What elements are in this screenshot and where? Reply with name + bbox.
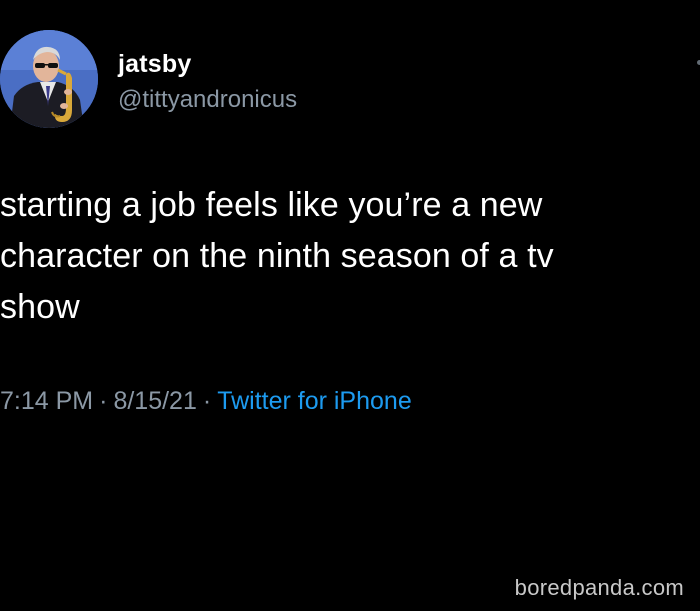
tweet-time[interactable]: 7:14 PM — [0, 387, 93, 415]
tweet-meta: 7:14 PM · 8/15/21 · Twitter for iPhone — [0, 387, 412, 416]
tweet-header: jatsby @tittyandronicus — [0, 0, 700, 150]
avatar-image — [0, 30, 98, 128]
tweet-screenshot: jatsby @tittyandronicus starting a job f… — [0, 0, 700, 611]
user-handle[interactable]: @tittyandronicus — [118, 86, 297, 114]
watermark: boredpanda.com — [514, 575, 684, 600]
tweet-text-line: character on the ninth season of a tv — [0, 237, 554, 275]
meta-separator: · — [99, 387, 108, 415]
avatar[interactable] — [0, 30, 98, 128]
tweet-date[interactable]: 8/15/21 — [113, 387, 196, 415]
display-name[interactable]: jatsby — [118, 50, 191, 79]
tweet-text-line: starting a job feels like you’re a new — [0, 186, 543, 224]
tweet-text-line: show — [0, 288, 80, 326]
tweet-text: starting a job feels like you’re a new c… — [0, 180, 690, 333]
meta-separator: · — [202, 387, 212, 415]
tweet-source-link[interactable]: Twitter for iPhone — [217, 387, 412, 415]
